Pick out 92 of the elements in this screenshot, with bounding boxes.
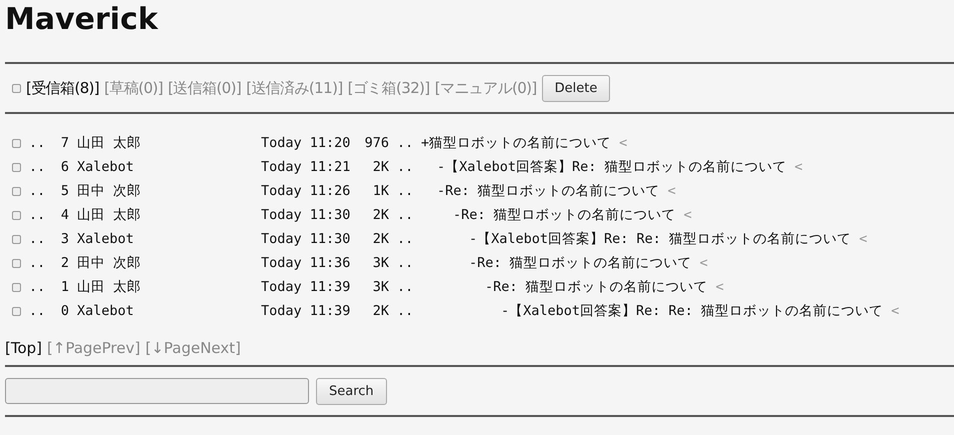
- sender-name: Xalebot: [77, 159, 135, 175]
- message-size: 2K: [372, 231, 389, 247]
- message-checkbox[interactable]: [12, 162, 21, 172]
- message-checkbox[interactable]: [12, 138, 21, 148]
- dots-text: ..: [397, 207, 414, 223]
- message-date: Today 11:21: [261, 159, 352, 175]
- message-checkbox[interactable]: [12, 258, 21, 268]
- message-date: Today 11:20: [261, 135, 352, 151]
- dots-text: ..: [397, 303, 414, 319]
- message-date: Today 11:30: [261, 207, 352, 223]
- message-size: 2K: [372, 207, 389, 223]
- thread-marker: -: [469, 231, 478, 247]
- subject-link[interactable]: Re: 猫型ロボットの名前について: [477, 254, 692, 272]
- dots-text: ..: [29, 183, 46, 199]
- pager-link[interactable]: [Top]: [5, 339, 42, 357]
- folder-link[interactable]: [ゴミ箱(32)]: [348, 78, 430, 98]
- message-date: Today 11:36: [261, 255, 352, 271]
- parent-link[interactable]: <: [859, 231, 868, 247]
- message-size: 976: [364, 135, 389, 151]
- dots-text: ..: [29, 303, 46, 319]
- message-size: 3K: [372, 279, 389, 295]
- message-size: 2K: [372, 159, 389, 175]
- thread-marker: -: [453, 207, 462, 223]
- message-date: Today 11:30: [261, 231, 352, 247]
- message-number: 5: [60, 183, 69, 199]
- message-size: 3K: [372, 255, 389, 271]
- subject-link[interactable]: Re: 猫型ロボットの名前について: [493, 278, 708, 296]
- thread-marker: -: [485, 279, 494, 295]
- message-number: 6: [60, 159, 69, 175]
- parent-link[interactable]: <: [891, 303, 900, 319]
- message-date: Today 11:39: [261, 303, 352, 319]
- parent-link[interactable]: <: [794, 159, 803, 175]
- search-field[interactable]: [5, 378, 309, 404]
- folder-link[interactable]: [マニュアル(0)]: [434, 78, 537, 98]
- dots-text: ..: [397, 183, 414, 199]
- dots-text: ..: [29, 231, 46, 247]
- delete-button[interactable]: Delete: [542, 74, 610, 102]
- sender-name: 山田 太郎: [77, 206, 142, 224]
- dots-text: ..: [397, 231, 414, 247]
- message-checkbox[interactable]: [12, 306, 21, 316]
- subject-link[interactable]: 猫型ロボットの名前について: [429, 134, 612, 152]
- search-button[interactable]: Search: [316, 378, 387, 404]
- message-checkbox[interactable]: [12, 234, 21, 244]
- folder-link[interactable]: [送信済み(11)]: [246, 78, 343, 98]
- subject-link[interactable]: Re: 猫型ロボットの名前について: [445, 182, 660, 200]
- thread-marker: +: [421, 135, 430, 151]
- parent-link[interactable]: <: [700, 255, 708, 271]
- subject-link[interactable]: 【Xalebot回答案】Re: Re: 猫型ロボットの名前について: [477, 230, 852, 248]
- select-all-checkbox[interactable]: [12, 84, 21, 92]
- message-number: 0: [60, 303, 69, 319]
- message-size: 1K: [372, 183, 389, 199]
- message-number: 7: [60, 135, 69, 151]
- sender-name: 田中 次郎: [77, 254, 142, 272]
- thread-marker: -: [501, 303, 510, 319]
- message-date: Today 11:39: [261, 279, 352, 295]
- dots-text: ..: [29, 279, 46, 295]
- dots-text: ..: [29, 255, 46, 271]
- dots-text: ..: [397, 159, 414, 175]
- message-number: 2: [60, 255, 69, 271]
- message-number: 1: [60, 279, 69, 295]
- message-number: 4: [60, 207, 69, 223]
- dots-text: ..: [397, 279, 414, 295]
- folder-link[interactable]: [草稿(0)]: [104, 78, 163, 98]
- page-title: Maverick: [5, 1, 160, 39]
- message-date: Today 11:26: [261, 183, 352, 199]
- sender-name: 山田 太郎: [77, 134, 142, 152]
- dots-text: ..: [397, 135, 414, 151]
- sender-name: Xalebot: [77, 303, 135, 319]
- dots-text: ..: [29, 159, 46, 175]
- folder-link[interactable]: [受信箱(8)]: [26, 78, 100, 98]
- thread-marker: -: [437, 183, 446, 199]
- dots-text: ..: [29, 135, 46, 151]
- message-checkbox[interactable]: [12, 210, 21, 220]
- message-checkbox[interactable]: [12, 282, 21, 292]
- sender-name: 田中 次郎: [77, 182, 142, 200]
- parent-link[interactable]: <: [619, 135, 628, 151]
- message-number: 3: [60, 231, 69, 247]
- dots-text: ..: [397, 255, 414, 271]
- thread-marker: -: [469, 255, 478, 271]
- folder-link[interactable]: [送信箱(0)]: [168, 78, 242, 98]
- subject-link[interactable]: Re: 猫型ロボットの名前について: [461, 206, 676, 224]
- parent-link[interactable]: <: [684, 207, 692, 223]
- message-size: 2K: [372, 303, 389, 319]
- sender-name: Xalebot: [77, 231, 135, 247]
- sender-name: 山田 太郎: [77, 278, 142, 296]
- subject-link[interactable]: 【Xalebot回答案】Re: Re: 猫型ロボットの名前について: [509, 302, 884, 320]
- dots-text: ..: [29, 207, 46, 223]
- thread-marker: -: [437, 159, 446, 175]
- parent-link[interactable]: <: [668, 183, 676, 199]
- parent-link[interactable]: <: [716, 279, 724, 295]
- subject-link[interactable]: 【Xalebot回答案】Re: 猫型ロボットの名前について: [445, 158, 787, 176]
- message-checkbox[interactable]: [12, 186, 21, 196]
